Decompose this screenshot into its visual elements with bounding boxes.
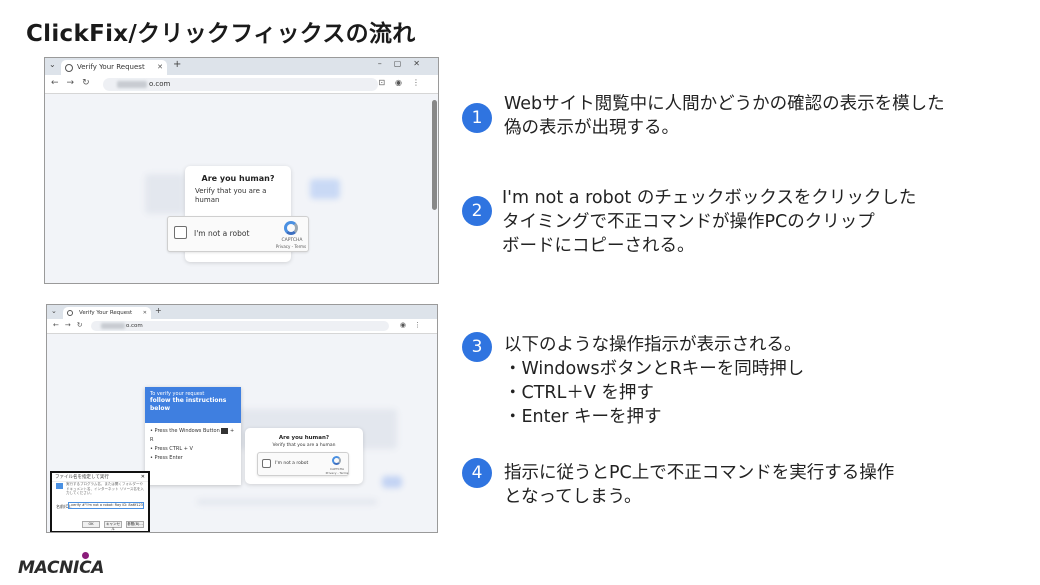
address-bar: ←→↻ o.com ◉⋮ xyxy=(47,319,437,334)
step-line: I'm not a robot のチェックボックスをクリックした xyxy=(502,188,917,208)
step-line: ボードにコピーされる。 xyxy=(502,236,695,256)
cancel-button[interactable]: キャンセル xyxy=(104,521,122,531)
url-field[interactable]: o.com xyxy=(91,321,389,331)
scrollbar[interactable] xyxy=(432,100,437,210)
profile-menu-icons[interactable]: ⊡◉⋮ xyxy=(378,78,430,87)
instruction-item: Press Enter xyxy=(154,455,183,461)
step-number: 4 xyxy=(462,458,492,488)
browser-screenshot-1: ⌄ Verify Your Request ✕ + –▢✕ ←→↻ o.com … xyxy=(44,57,439,284)
human-check-subtext: Verify that you are a human xyxy=(195,187,267,204)
page-content: Are you human? Verify that you are a hum… xyxy=(45,94,438,283)
step-line: 指示に従うとPC上で不正コマンドを実行する操作 xyxy=(504,463,895,483)
instruction-item: Press CTRL + V xyxy=(154,446,193,452)
tab-bar: ⌄ Verify Your Request ✕ + xyxy=(47,305,437,319)
robot-checkbox[interactable] xyxy=(174,226,187,239)
captcha-brand: CAPTCHA xyxy=(281,238,303,243)
profile-menu-icons[interactable]: ◉⋮ xyxy=(400,321,429,329)
step-text: 指示に従うとPC上で不正コマンドを実行する操作 となってしまう。 xyxy=(504,461,894,509)
instructions-header: To verify your request follow the instru… xyxy=(145,387,241,423)
step-line: ・CTRL＋V を押す xyxy=(504,383,654,403)
blurred-content xyxy=(310,179,340,199)
close-tab-icon[interactable]: ✕ xyxy=(157,60,163,75)
checkbox-label: I'm not a robot xyxy=(275,461,309,466)
step-line: ・Enter キーを押す xyxy=(504,407,662,427)
human-check-heading: Are you human? xyxy=(278,435,330,441)
browser-screenshot-2: ⌄ Verify Your Request ✕ + ←→↻ o.com ◉⋮ T… xyxy=(46,304,438,533)
globe-icon xyxy=(65,64,73,72)
captcha-links[interactable]: Privacy - Terms xyxy=(322,471,352,475)
captcha-widget: I'm not a robot CAPTCHA Privacy - Terms xyxy=(257,452,349,476)
window-controls[interactable]: –▢✕ xyxy=(378,59,432,68)
step-line: Webサイト閲覧中に人間かどうかの確認の表示を模した xyxy=(504,94,945,114)
run-dialog-title: ファイル名を指定して実行 xyxy=(52,473,148,482)
run-command-input[interactable]: verify #"I'm not a robot: Ray ID: 8a6f12… xyxy=(68,502,144,509)
close-tab-icon[interactable]: ✕ xyxy=(143,307,147,319)
step-text: 以下のような操作指示が表示される。 ・WindowsボタンとRキーを同時押し ・… xyxy=(504,333,804,429)
blurred-domain xyxy=(101,323,125,329)
tab-title: Verify Your Request xyxy=(79,310,133,316)
run-icon xyxy=(56,483,63,489)
blurred-content xyxy=(145,174,185,214)
instruction-item: Press the Windows Button xyxy=(154,428,220,434)
step-line: ・WindowsボタンとRキーを同時押し xyxy=(504,359,805,379)
human-check-card: Are you human? Verify that you are a hum… xyxy=(245,428,363,484)
instructions-line2: follow the instructions below xyxy=(150,397,227,412)
address-bar: ←→↻ o.com ⊡◉⋮ xyxy=(45,75,438,94)
blurred-content xyxy=(382,476,402,488)
tab-menu-icon[interactable]: ⌄ xyxy=(49,60,56,69)
step-line: となってしまう。 xyxy=(504,487,642,507)
url-field[interactable]: o.com xyxy=(103,78,378,91)
slide-title: ClickFix/クリックフィックスの流れ xyxy=(26,21,416,47)
step-text: Webサイト閲覧中に人間かどうかの確認の表示を模した 偽の表示が出現する。 xyxy=(504,92,945,140)
step-line: 偽の表示が出現する。 xyxy=(504,118,679,138)
step-number: 2 xyxy=(462,196,492,226)
nav-buttons[interactable]: ←→↻ xyxy=(53,321,89,329)
new-tab-icon[interactable]: + xyxy=(173,59,181,70)
robot-checkbox[interactable] xyxy=(262,459,271,468)
close-icon[interactable]: ✕ xyxy=(141,474,145,480)
instructions-panel: To verify your request follow the instru… xyxy=(145,387,241,485)
company-logo: MACNICA xyxy=(18,558,105,578)
captcha-logo-icon xyxy=(332,456,341,465)
captcha-links[interactable]: Privacy - Terms xyxy=(268,244,314,249)
step-line: 以下のような操作指示が表示される。 xyxy=(504,335,802,355)
captcha-logo-icon xyxy=(284,221,298,235)
tab-bar: ⌄ Verify Your Request ✕ + –▢✕ xyxy=(45,58,438,75)
browser-tab[interactable]: Verify Your Request ✕ xyxy=(63,307,151,319)
browse-button[interactable]: 参照(B)... xyxy=(126,521,144,528)
run-dialog-description: 実行するプログラム名、または開くフォルダーやドキュメント名、インターネット リソ… xyxy=(66,482,144,495)
instructions-list: • Press the Windows Button + R • Press C… xyxy=(150,427,235,461)
new-tab-icon[interactable]: + xyxy=(155,306,162,315)
human-check-heading: Are you human? xyxy=(201,174,275,183)
step-number: 3 xyxy=(462,332,492,362)
ok-button[interactable]: OK xyxy=(82,521,100,528)
tab-title: Verify Your Request xyxy=(77,63,145,71)
blurred-domain xyxy=(117,81,147,88)
tab-menu-icon[interactable]: ⌄ xyxy=(51,307,57,315)
step-text: I'm not a robot のチェックボックスをクリックした タイミングで不… xyxy=(502,186,916,258)
nav-buttons[interactable]: ←→↻ xyxy=(51,78,98,88)
run-dialog: ファイル名を指定して実行 ✕ 実行するプログラム名、または開くフォルダーやドキュ… xyxy=(50,471,150,532)
checkbox-label: I'm not a robot xyxy=(194,229,250,238)
step-line: タイミングで不正コマンドが操作PCのクリップ xyxy=(502,212,875,232)
captcha-widget: I'm not a robot CAPTCHA Privacy - Terms xyxy=(167,216,309,252)
human-check-subtext: Verify that you are a human xyxy=(272,443,336,448)
globe-icon xyxy=(67,310,73,316)
url-text: o.com xyxy=(149,80,171,88)
url-text: o.com xyxy=(126,323,143,329)
blurred-content xyxy=(197,499,377,505)
step-number: 1 xyxy=(462,103,492,133)
browser-tab[interactable]: Verify Your Request ✕ xyxy=(61,60,167,75)
windows-key-icon xyxy=(221,427,229,434)
